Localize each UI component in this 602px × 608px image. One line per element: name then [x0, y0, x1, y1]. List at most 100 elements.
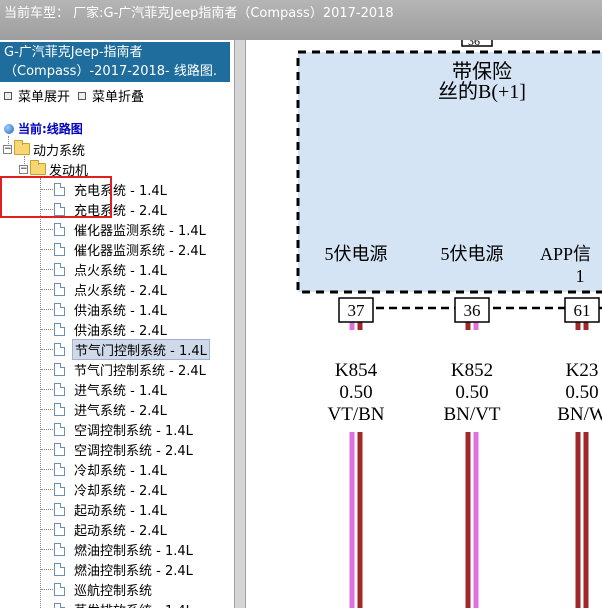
window-titlebar: 当前车型： 厂家:G-广汽菲克Jeep指南者（Compass）2017-2018: [0, 0, 602, 40]
model-line-1: G-广汽菲克Jeep-指南者: [4, 45, 143, 60]
tree-connector: [41, 449, 53, 450]
tree-leaf-label: 节气门控制系统 - 2.4L: [74, 363, 206, 379]
model-header: G-广汽菲克Jeep-指南者 （Compass）-2017-2018- 线路图.: [0, 42, 230, 82]
tree-connector: [41, 289, 53, 290]
wire-circuit-code: K852: [451, 360, 493, 381]
tree-connector: [41, 529, 53, 530]
pin-number: 36: [464, 301, 481, 320]
collapse-all-button[interactable]: 菜单折叠: [78, 86, 144, 105]
document-icon: [54, 582, 65, 596]
tree-leaf-label: 起动系统 - 2.4L: [74, 523, 167, 539]
tree-node-powertrain[interactable]: − 动力系统: [3, 140, 86, 159]
terminal-label-5v-supply-2: 5伏电源: [441, 244, 504, 264]
tree-leaf[interactable]: 进气系统 - 1.4L: [54, 380, 169, 399]
tree-leaf[interactable]: 进气系统 - 2.4L: [54, 400, 169, 419]
tree-leaf-label: 进气系统 - 1.4L: [74, 383, 167, 399]
folder-open-icon: [30, 160, 46, 175]
document-icon: [54, 382, 65, 396]
wire-gauge: 0.50: [565, 382, 598, 403]
tree-connector: [41, 249, 53, 250]
tree-leaf[interactable]: 蒸发排放系统 - 1.4L: [54, 600, 195, 608]
tree-leaf-label: 催化器监测系统 - 1.4L: [74, 223, 206, 239]
document-icon: [54, 482, 65, 496]
module-title-line-2: 丝的B(+1]: [438, 80, 526, 103]
tree-leaf-label: 供油系统 - 2.4L: [74, 323, 167, 339]
highlight-annotation-box: [0, 176, 112, 218]
tree-leaf[interactable]: 燃油控制系统 - 1.4L: [54, 540, 195, 559]
tree-leaf-label: 燃油控制系统 - 1.4L: [74, 543, 193, 559]
tree-leaf[interactable]: 巡航控制系统: [54, 580, 154, 599]
tree-leaf-label: 节气门控制系统 - 1.4L: [72, 338, 210, 360]
pane-splitter[interactable]: [234, 40, 246, 608]
tree-leaf[interactable]: 冷却系统 - 1.4L: [54, 460, 169, 479]
tree-connector: [41, 369, 53, 370]
pin-number: 37: [348, 301, 366, 320]
expand-all-button[interactable]: 菜单展开: [4, 86, 70, 105]
document-icon: [54, 402, 65, 416]
tree-leaf[interactable]: 空调控制系统 - 1.4L: [54, 420, 195, 439]
tree-leaf[interactable]: 起动系统 - 1.4L: [54, 500, 169, 519]
tree-connector: [41, 229, 53, 230]
tree-leaf[interactable]: 冷却系统 - 2.4L: [54, 480, 169, 499]
document-icon: [54, 302, 65, 316]
document-icon: [54, 362, 65, 376]
document-icon: [54, 602, 65, 608]
wire-circuit-code: K854: [335, 360, 378, 381]
expand-all-label: 菜单展开: [18, 90, 71, 105]
tree-connector: [41, 469, 53, 470]
current-model-title: 当前车型： 厂家:G-广汽菲克Jeep指南者（Compass）2017-2018: [4, 6, 394, 21]
tree-node-powertrain-label: 动力系统: [33, 143, 86, 159]
tree-leaf-label: 供油系统 - 1.4L: [74, 303, 167, 319]
wire-color-code: VT/BN: [328, 404, 385, 425]
terminal-label-app-signal: APP信: [540, 244, 591, 264]
collapse-all-icon: [78, 91, 86, 100]
tree-leaf[interactable]: 燃油控制系统 - 2.4L: [54, 560, 195, 579]
tree-leaf-label: 点火系统 - 1.4L: [74, 263, 167, 279]
current-location-label: 当前:线路图: [18, 122, 83, 136]
current-location[interactable]: 当前:线路图: [4, 120, 83, 137]
document-icon: [54, 522, 65, 536]
tree-connector: [40, 178, 41, 608]
tree-leaf[interactable]: 供油系统 - 1.4L: [54, 300, 169, 319]
wiring-diagram-view[interactable]: 36 带保险 丝的B(+1] 5伏电源 5伏电源 APP信 1 37 K854 0.…: [246, 40, 602, 608]
tree-leaf[interactable]: 催化器监测系统 - 1.4L: [54, 220, 208, 239]
menu-tree: 当前:线路图 − 动力系统 − 发动机 充电系统 - 1.4L 充电系统 - 2.…: [0, 118, 232, 608]
collapse-all-label: 菜单折叠: [92, 90, 145, 105]
tree-connector: [41, 489, 53, 490]
tree-leaf-label: 点火系统 - 2.4L: [74, 283, 167, 299]
wire-gauge: 0.50: [339, 382, 372, 403]
wire-gauge: 0.50: [455, 382, 488, 403]
tree-connector: [41, 349, 53, 350]
tree-leaf[interactable]: 节气门控制系统 - 2.4L: [54, 360, 208, 379]
document-icon: [54, 422, 65, 436]
pin-number: 61: [574, 301, 591, 320]
tree-leaf-label: 起动系统 - 1.4L: [74, 503, 167, 519]
expand-all-icon: [4, 91, 12, 100]
tree-leaf-label: 进气系统 - 2.4L: [74, 403, 167, 419]
tree-leaf[interactable]: 起动系统 - 2.4L: [54, 520, 169, 539]
collapse-node-icon[interactable]: −: [3, 144, 12, 154]
model-line-2: （Compass）-2017-2018- 线路图.: [4, 64, 217, 79]
tree-connector: [41, 589, 53, 590]
wire-circuit-code: K23: [566, 360, 599, 381]
document-icon: [54, 342, 65, 356]
tree-leaf-label: 冷却系统 - 2.4L: [74, 483, 167, 499]
collapse-node-icon[interactable]: −: [19, 164, 28, 174]
tree-leaf-label: 蒸发排放系统 - 1.4L: [72, 600, 195, 608]
tree-leaf-label: 燃油控制系统 - 2.4L: [74, 563, 193, 579]
tree-leaf-label: 冷却系统 - 1.4L: [74, 463, 167, 479]
folder-open-icon: [14, 140, 30, 155]
tree-leaf[interactable]: 催化器监测系统 - 2.4L: [54, 240, 208, 259]
wire-color-code: BN/W: [557, 404, 602, 425]
module-title-line-1: 带保险: [452, 60, 512, 83]
document-icon: [54, 442, 65, 456]
tree-leaf[interactable]: 空调控制系统 - 2.4L: [54, 440, 195, 459]
globe-icon: [4, 123, 14, 134]
tree-leaf[interactable]: 供油系统 - 2.4L: [54, 320, 169, 339]
document-icon: [54, 282, 65, 296]
document-icon: [54, 322, 65, 336]
tree-leaf[interactable]: 点火系统 - 1.4L: [54, 260, 169, 279]
wire-color-code: BN/VT: [444, 404, 501, 425]
tree-leaf[interactable]: 节气门控制系统 - 1.4L: [54, 338, 210, 360]
tree-leaf[interactable]: 点火系统 - 2.4L: [54, 280, 169, 299]
